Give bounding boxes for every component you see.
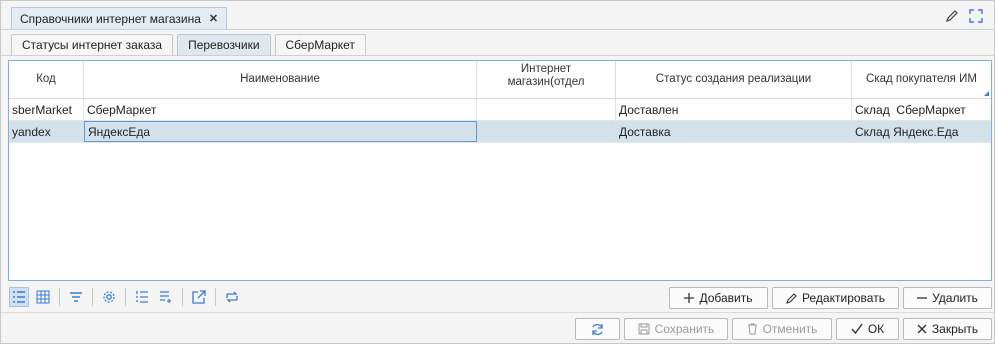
column-header-status[interactable]: Статус создания реализации	[616, 61, 852, 98]
divider	[1, 55, 994, 56]
tab-bar: Статусы интернет заказа Перевозчики Сбер…	[11, 34, 366, 55]
tab-order-statuses[interactable]: Статусы интернет заказа	[11, 34, 174, 55]
table-row[interactable]: yandex ЯндексЕда Доставка Склад Яндекс.Е…	[9, 121, 991, 143]
cell-code[interactable]: yandex	[9, 121, 84, 142]
close-button[interactable]: Закрыть	[903, 318, 992, 340]
tab-sbermarket[interactable]: СберМаркет	[274, 34, 366, 55]
delete-button[interactable]: Удалить	[903, 287, 992, 309]
column-header-store[interactable]: Интернет магазин(отдел	[477, 61, 616, 98]
tab-carriers[interactable]: Перевозчики	[177, 34, 271, 55]
add-button[interactable]: Добавить	[669, 287, 768, 309]
check-icon	[851, 323, 863, 335]
cell-name[interactable]: СберМаркет	[84, 99, 477, 120]
table-row[interactable]: sberMarket СберМаркет Доставлен Склад Сб…	[9, 99, 991, 121]
divider	[182, 288, 183, 306]
list-view-icon[interactable]	[9, 287, 29, 307]
close-icon[interactable]: ✕	[209, 12, 218, 25]
window-frame: Справочники интернет магазина ✕ Статусы …	[0, 0, 995, 344]
cancel-label: Отменить	[762, 322, 818, 336]
grid-view-icon[interactable]	[33, 287, 53, 307]
divider	[1, 29, 994, 30]
minus-icon	[917, 293, 928, 303]
cell-warehouse[interactable]: Склад СберМаркет	[852, 99, 991, 120]
numbered-list-icon[interactable]	[132, 287, 152, 307]
divider	[1, 312, 994, 313]
transfer-icon[interactable]	[222, 287, 242, 307]
cell-status[interactable]: Доставка	[616, 121, 852, 142]
column-header-warehouse-label: Скад покупателя ИМ	[866, 73, 977, 85]
refresh-button[interactable]	[575, 318, 620, 340]
add-rows-icon[interactable]	[156, 287, 176, 307]
window-tab[interactable]: Справочники интернет магазина ✕	[11, 7, 227, 29]
window-tab-title: Справочники интернет магазина	[20, 11, 201, 26]
edit-label: Редактировать	[802, 291, 885, 305]
settings-icon[interactable]	[99, 287, 119, 307]
divider	[125, 288, 126, 306]
column-header-code[interactable]: Код	[9, 61, 84, 98]
divider	[59, 288, 60, 306]
grid-header: Код Наименование Интернет магазин(отдел …	[9, 61, 991, 99]
divider	[215, 288, 216, 306]
ok-button[interactable]: ОК	[836, 318, 899, 340]
trash-icon	[747, 323, 758, 335]
pencil-icon[interactable]	[944, 8, 960, 24]
cell-name[interactable]: ЯндексЕда	[84, 121, 477, 142]
resize-icon	[984, 91, 989, 96]
grid-toolbar	[9, 287, 242, 307]
edit-button[interactable]: Редактировать	[772, 287, 899, 309]
close-icon	[917, 324, 927, 334]
save-button[interactable]: Сохранить	[624, 318, 728, 340]
cell-warehouse[interactable]: Склад Яндекс.Еда	[852, 121, 991, 142]
add-label: Добавить	[699, 291, 753, 305]
ok-label: ОК	[867, 322, 885, 336]
save-icon	[638, 323, 650, 335]
column-header-warehouse[interactable]: Скад покупателя ИМ	[852, 61, 991, 98]
save-label: Сохранить	[654, 322, 715, 336]
pencil-icon	[786, 292, 797, 304]
cancel-button[interactable]: Отменить	[732, 318, 832, 340]
export-icon[interactable]	[189, 287, 209, 307]
filter-icon[interactable]	[66, 287, 86, 307]
column-header-name[interactable]: Наименование	[84, 61, 477, 98]
divider	[92, 288, 93, 306]
cell-code[interactable]: sberMarket	[9, 99, 84, 120]
refresh-icon	[591, 323, 604, 336]
delete-label: Удалить	[932, 291, 978, 305]
data-grid[interactable]: Код Наименование Интернет магазин(отдел …	[8, 60, 992, 281]
cell-store[interactable]	[477, 99, 616, 120]
cell-status[interactable]: Доставлен	[616, 99, 852, 120]
cell-store[interactable]	[477, 121, 616, 142]
plus-icon	[684, 293, 695, 303]
close-label: Закрыть	[931, 322, 979, 336]
fullscreen-icon[interactable]	[968, 8, 984, 24]
